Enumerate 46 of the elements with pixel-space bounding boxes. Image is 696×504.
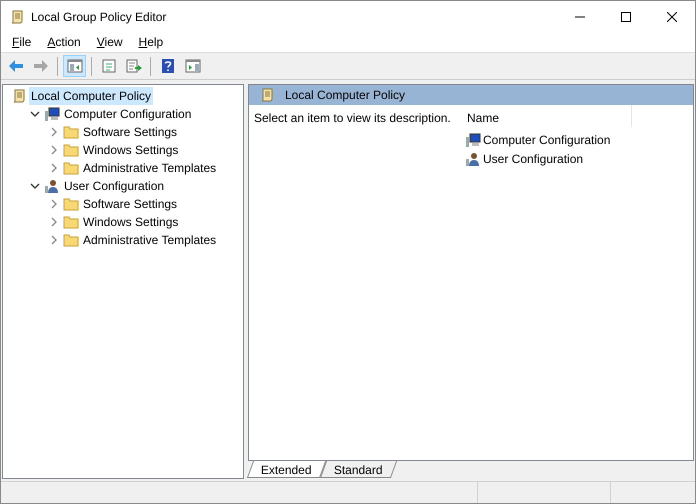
scroll-icon xyxy=(11,88,27,104)
window-title: Local Group Policy Editor xyxy=(31,8,166,26)
back-arrow-icon xyxy=(8,59,24,73)
close-icon xyxy=(667,12,677,22)
tree-item[interactable]: Windows Settings xyxy=(81,141,180,159)
scroll-icon xyxy=(9,8,25,24)
folder-icon xyxy=(63,161,79,175)
tree-item[interactable]: Local Computer Policy xyxy=(29,87,154,105)
column-header[interactable]: Name xyxy=(459,105,632,127)
toolbar-button[interactable] xyxy=(63,55,86,77)
help-icon xyxy=(160,58,174,74)
user-icon xyxy=(465,150,481,166)
scroll-icon xyxy=(259,87,275,103)
menu-item[interactable]: View xyxy=(88,33,131,51)
view-tab[interactable]: Extended xyxy=(246,461,326,478)
menu-item[interactable]: File xyxy=(4,33,40,51)
folder-icon xyxy=(63,197,79,211)
view-tab[interactable]: Standard xyxy=(320,461,397,478)
chevron-down-icon[interactable] xyxy=(30,109,40,119)
folder-icon xyxy=(63,143,79,157)
tree-item[interactable]: Computer Configuration xyxy=(62,105,194,123)
tree-item[interactable]: Software Settings xyxy=(81,195,180,213)
export-list-icon xyxy=(126,59,142,73)
properties-icon xyxy=(100,59,116,73)
tree-item[interactable]: User Configuration xyxy=(62,177,166,195)
chevron-down-icon[interactable] xyxy=(30,181,40,191)
menu-item[interactable]: Action xyxy=(39,33,89,51)
action-pane-icon xyxy=(184,59,200,73)
computer-icon xyxy=(465,132,481,148)
tree-item[interactable]: Software Settings xyxy=(81,123,180,141)
forward-arrow-icon xyxy=(32,59,48,73)
menu-item[interactable]: Help xyxy=(130,33,172,51)
description-text: Select an item to view its description. xyxy=(253,110,452,127)
computer-icon xyxy=(44,106,60,122)
tree-item[interactable]: Windows Settings xyxy=(81,213,180,231)
maximize-icon xyxy=(621,12,631,22)
console-tree-icon xyxy=(66,59,82,73)
folder-icon xyxy=(63,233,79,247)
tree-item[interactable]: Administrative Templates xyxy=(81,231,218,249)
folder-icon xyxy=(63,215,79,229)
details-title: Local Computer Policy xyxy=(285,87,406,104)
list-item[interactable]: User Configuration xyxy=(483,150,584,168)
user-icon xyxy=(44,178,60,194)
list-item[interactable]: Computer Configuration xyxy=(483,130,610,148)
folder-icon xyxy=(63,125,79,139)
tree-item[interactable]: Administrative Templates xyxy=(81,159,218,177)
